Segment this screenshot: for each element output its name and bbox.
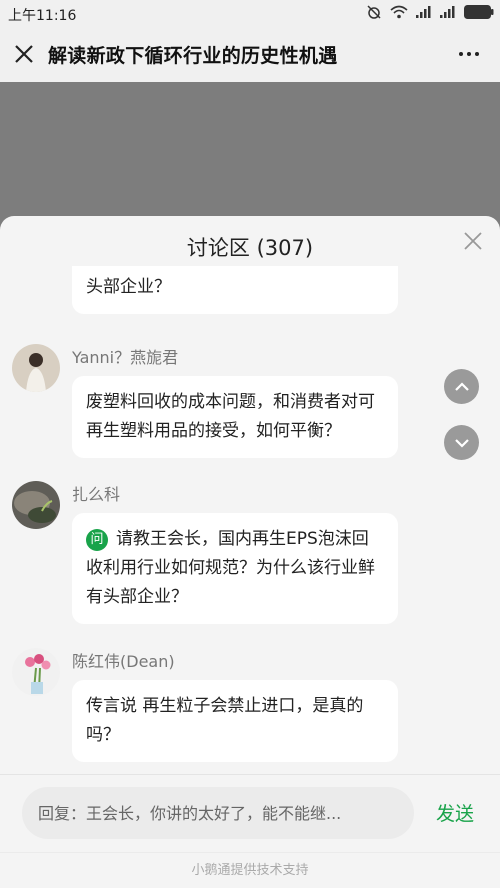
- signal-icon: [440, 6, 455, 18]
- close-button[interactable]: [10, 40, 38, 68]
- close-icon: [15, 45, 33, 63]
- sender-name: 陈红伟(Dean): [72, 652, 175, 671]
- avatar[interactable]: [12, 648, 60, 696]
- status-icons: [366, 4, 494, 20]
- reply-bar: 发送: [0, 774, 500, 852]
- reply-input[interactable]: [22, 787, 414, 839]
- message-bubble: 问请教王会长，国内再生EPS泡沫回收利用行业如何规范？为什么该行业鲜有头部企业？: [72, 513, 398, 624]
- send-button[interactable]: 发送: [436, 799, 474, 826]
- message-text: 请教王会长，国内再生EPS泡沫回收利用行业如何规范？为什么该行业鲜有头部企业？: [86, 529, 375, 607]
- sender-name: Yanni？燕旎君: [72, 348, 179, 367]
- discussion-title: 讨论区 (307): [186, 236, 314, 260]
- page-title: 解读新政下循环行业的历史性机遇: [48, 45, 338, 67]
- alarm-off-icon: [367, 5, 381, 19]
- scroll-up-button[interactable]: [444, 369, 479, 404]
- status-bar: 上午11:16: [0, 0, 500, 26]
- footer-text: 小鹅通提供技术支持: [0, 852, 500, 888]
- message-text: 利用行业如何规范？为什么该行业鲜有头部企业？: [86, 266, 375, 297]
- message-list[interactable]: 利用行业如何规范？为什么该行业鲜有头部企业？ Yanni？燕旎君 废塑料回收的成…: [0, 266, 500, 774]
- close-icon: [464, 232, 482, 250]
- wifi-icon: [390, 5, 408, 19]
- more-button[interactable]: [452, 40, 486, 68]
- status-time: 上午11:16: [8, 8, 77, 24]
- avatar[interactable]: [12, 344, 60, 392]
- battery-icon: [464, 5, 494, 19]
- message-text: 废塑料回收的成本问题，和消费者对可再生塑料用品的接受，如何平衡？: [86, 392, 375, 441]
- chevron-down-icon: [454, 438, 469, 448]
- more-icon: [459, 52, 463, 56]
- chevron-up-icon: [454, 381, 469, 391]
- discussion-close-button[interactable]: [462, 230, 486, 254]
- message-bubble: 废塑料回收的成本问题，和消费者对可再生塑料用品的接受，如何平衡？: [72, 376, 398, 458]
- message-text: 传言说 再生粒子会禁止进口，是真的吗？: [86, 696, 364, 745]
- signal-icon: [416, 6, 431, 18]
- discussion-panel: 讨论区 (307) 利用行业如何规范？为什么该行业鲜有头部企业？ Yanni？燕…: [0, 216, 500, 888]
- app-header: 解读新政下循环行业的历史性机遇: [0, 26, 500, 82]
- message-bubble: 传言说 再生粒子会禁止进口，是真的吗？: [72, 680, 398, 762]
- avatar[interactable]: [12, 481, 60, 529]
- message-bubble: 利用行业如何规范？为什么该行业鲜有头部企业？: [72, 266, 398, 314]
- question-badge: 问: [86, 529, 108, 551]
- sender-name: 扎么科: [72, 485, 121, 504]
- scroll-down-button[interactable]: [444, 425, 479, 460]
